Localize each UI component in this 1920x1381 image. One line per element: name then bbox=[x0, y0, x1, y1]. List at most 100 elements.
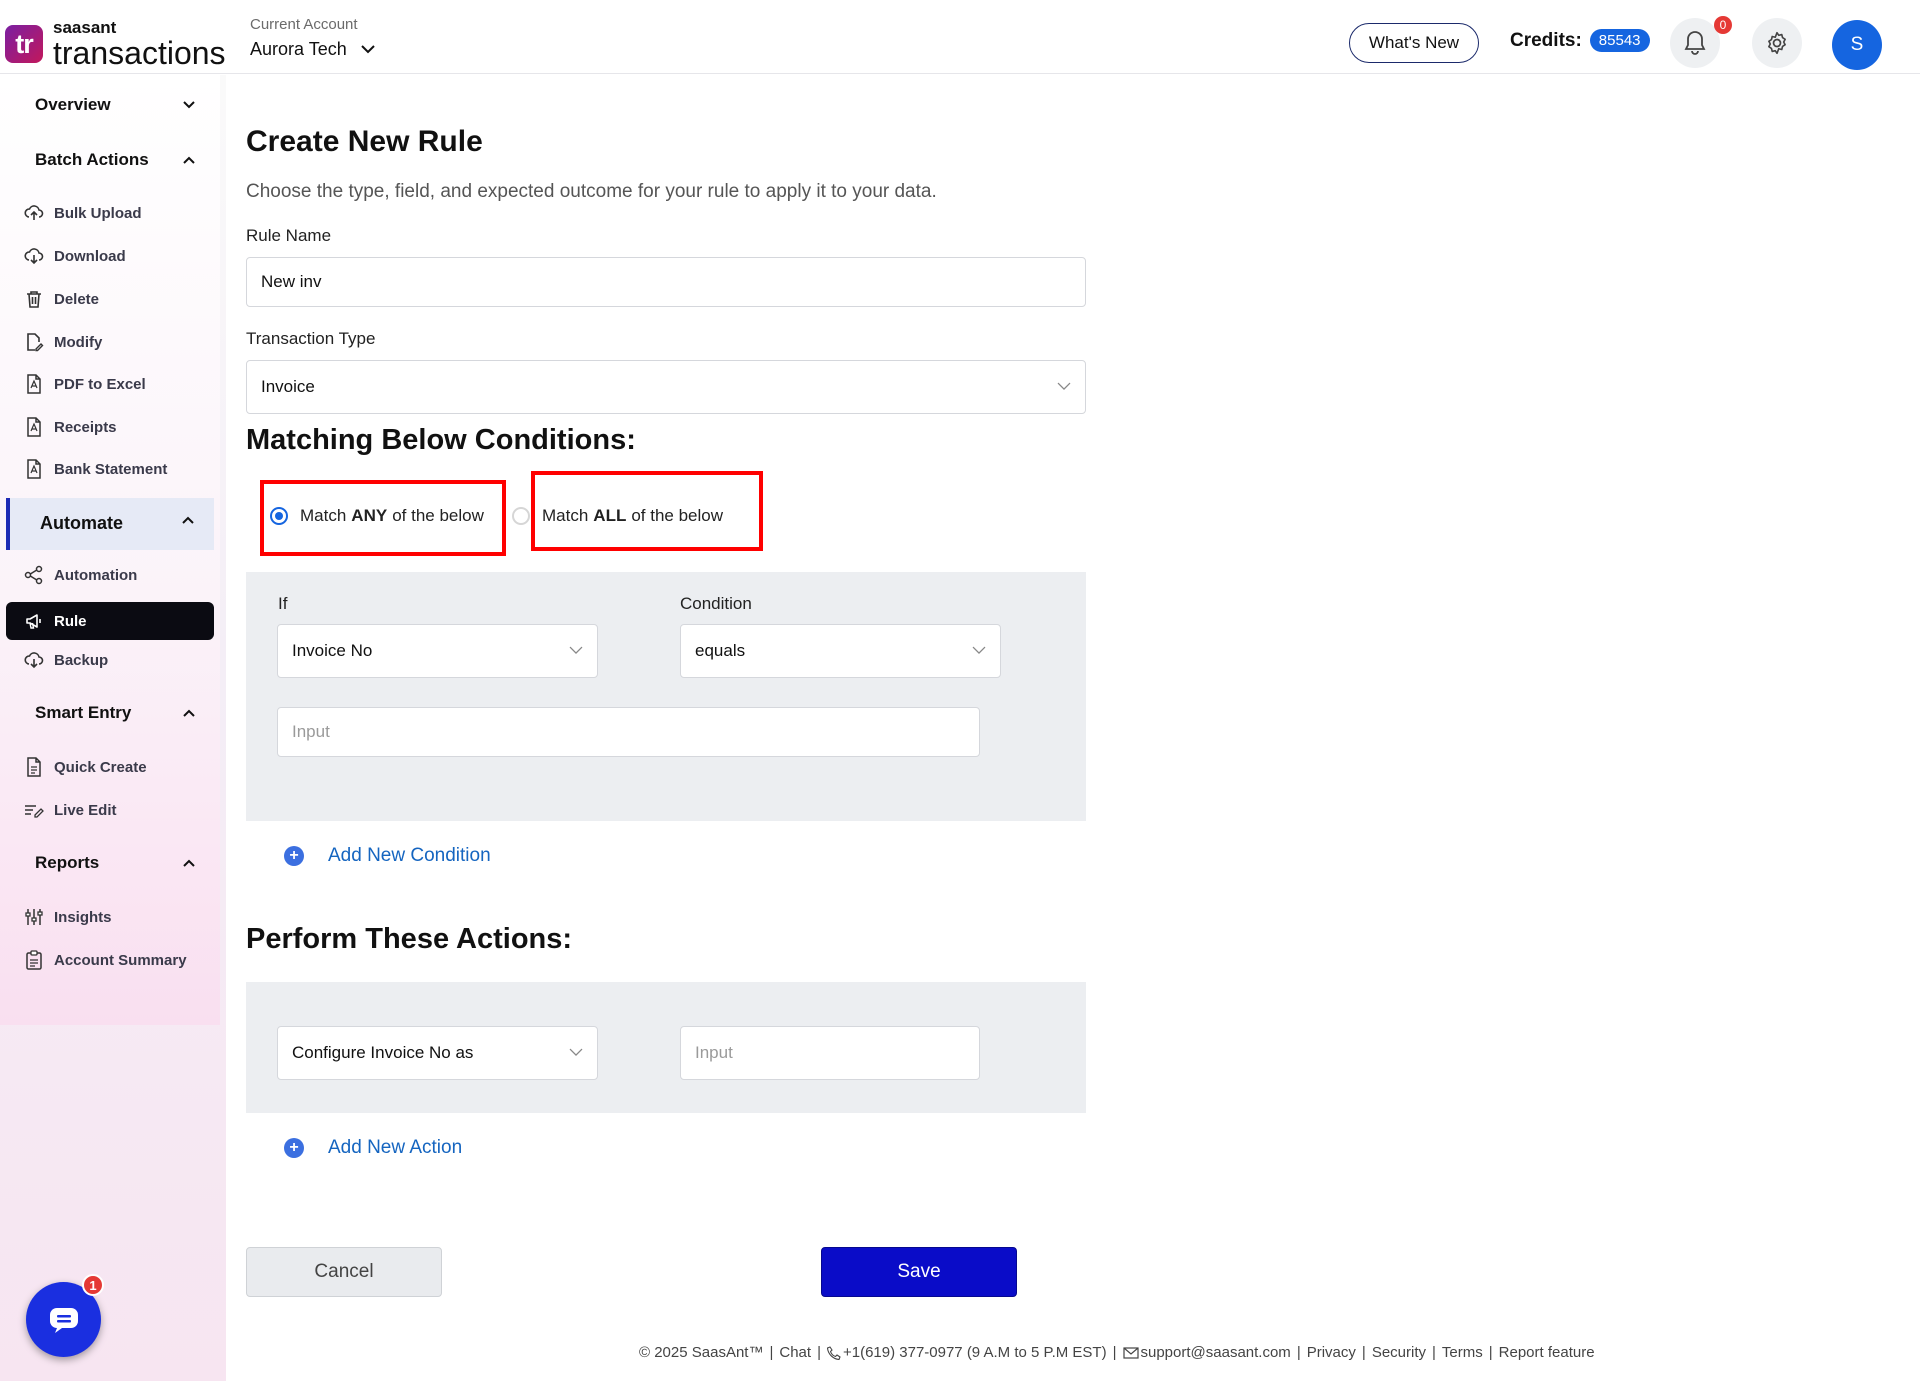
sidebar-section-smart-entry[interactable]: Smart Entry bbox=[35, 703, 195, 723]
if-field-select[interactable]: Invoice No bbox=[277, 624, 598, 678]
logo-product: transactions bbox=[53, 35, 226, 71]
app-logo[interactable]: tr saasant transactions bbox=[5, 19, 226, 69]
footer-security-link[interactable]: Security bbox=[1372, 1344, 1426, 1361]
match-any-bold: ANY bbox=[351, 506, 388, 525]
footer-privacy-link[interactable]: Privacy bbox=[1307, 1344, 1356, 1361]
match-all-radio[interactable]: Match ALL of the below bbox=[512, 506, 723, 526]
sidebar-item-label: Download bbox=[54, 247, 126, 265]
condition-panel: If Condition Invoice No equals Input bbox=[246, 572, 1086, 821]
sidebar-section-reports[interactable]: Reports bbox=[35, 853, 195, 873]
sidebar-section-automate[interactable]: Automate bbox=[6, 498, 214, 550]
sidebar-section-batch-actions[interactable]: Batch Actions bbox=[35, 150, 195, 170]
footer-phone[interactable]: +1(619) 377-0977 (9 A.M to 5 P.M EST) bbox=[843, 1344, 1107, 1361]
rule-name-input[interactable]: New inv bbox=[246, 257, 1086, 307]
footer-copyright: © 2025 SaasAnt™ bbox=[639, 1344, 764, 1361]
sidebar-item-label: Receipts bbox=[54, 418, 117, 436]
action-panel: Configure Invoice No as Input bbox=[246, 982, 1086, 1113]
whats-new-button[interactable]: What's New bbox=[1349, 23, 1479, 63]
sidebar-item-bank-statement[interactable]: Bank Statement bbox=[24, 459, 167, 479]
footer-report-feature-link[interactable]: Report feature bbox=[1499, 1344, 1595, 1361]
sidebar-item-backup[interactable]: Backup bbox=[24, 650, 108, 670]
pdf-file-icon bbox=[24, 374, 44, 394]
sidebar-item-modify[interactable]: Modify bbox=[24, 332, 102, 352]
sidebar-item-insights[interactable]: Insights bbox=[24, 907, 112, 927]
file-edit-icon bbox=[24, 332, 44, 352]
user-avatar[interactable]: S bbox=[1832, 20, 1882, 70]
sidebar-item-rule[interactable]: Rule bbox=[6, 602, 214, 640]
account-switcher[interactable]: Current Account Aurora Tech bbox=[250, 16, 375, 60]
configure-field-select[interactable]: Configure Invoice No as bbox=[277, 1026, 598, 1080]
match-any-radio[interactable]: Match ANY of the below bbox=[270, 506, 484, 526]
sidebar-section-label: Batch Actions bbox=[35, 150, 149, 169]
sidebar-item-live-edit[interactable]: Live Edit bbox=[24, 800, 117, 820]
sidebar-section-overview[interactable]: Overview bbox=[35, 95, 195, 115]
chevron-up-icon bbox=[183, 709, 195, 717]
settings-button[interactable] bbox=[1752, 18, 1802, 68]
sidebar-item-receipts[interactable]: Receipts bbox=[24, 417, 117, 437]
condition-label: Condition bbox=[680, 594, 752, 613]
sidebar-item-bulk-upload[interactable]: Bulk Upload bbox=[24, 203, 142, 223]
credits-label: Credits: bbox=[1510, 29, 1582, 51]
notifications-button[interactable] bbox=[1670, 18, 1720, 68]
sidebar-section-label: Automate bbox=[40, 513, 124, 533]
edit-lines-icon bbox=[24, 800, 44, 820]
sidebar-item-label: Quick Create bbox=[54, 758, 147, 776]
footer-terms-link[interactable]: Terms bbox=[1442, 1344, 1483, 1361]
chevron-up-icon bbox=[183, 156, 195, 164]
sidebar-item-label: Account Summary bbox=[54, 951, 187, 969]
plus-circle-icon: + bbox=[284, 846, 304, 866]
page-subtitle: Choose the type, field, and expected out… bbox=[246, 181, 937, 202]
chevron-down-icon bbox=[361, 45, 375, 54]
trash-icon bbox=[24, 289, 44, 309]
chevron-down-icon bbox=[972, 646, 986, 654]
sidebar-section-label: Smart Entry bbox=[35, 703, 132, 722]
chevron-up-icon bbox=[183, 859, 195, 867]
chevron-down-icon bbox=[569, 1048, 583, 1056]
sidebar-item-rule-content: Rule bbox=[24, 611, 87, 631]
match-any-pre: Match bbox=[300, 506, 347, 525]
sidebar-item-label: Live Edit bbox=[54, 801, 117, 819]
chevron-down-icon bbox=[183, 101, 195, 109]
condition-operator-select[interactable]: equals bbox=[680, 624, 1001, 678]
add-new-condition-button[interactable]: + Add New Condition bbox=[284, 845, 491, 867]
sidebar-panel: Overview Batch Actions Bulk Upload Downl… bbox=[0, 75, 220, 1025]
top-header: tr saasant transactions Current Account … bbox=[0, 0, 1920, 74]
bell-icon bbox=[1684, 31, 1706, 55]
cancel-button[interactable]: Cancel bbox=[246, 1247, 442, 1297]
credits-badge: 85543 bbox=[1589, 29, 1650, 52]
sidebar-section-label: Overview bbox=[35, 95, 111, 114]
gear-icon bbox=[1768, 31, 1786, 55]
clipboard-icon bbox=[24, 950, 44, 970]
chevron-up-icon bbox=[182, 516, 194, 524]
sidebar-item-quick-create[interactable]: Quick Create bbox=[24, 757, 147, 777]
chevron-down-icon bbox=[569, 646, 583, 654]
sidebar-item-pdf-to-excel[interactable]: PDF to Excel bbox=[24, 374, 146, 394]
sidebar-item-automation[interactable]: Automation bbox=[24, 565, 137, 585]
bank-statement-file-icon bbox=[24, 459, 44, 479]
if-field-value: Invoice No bbox=[292, 641, 373, 660]
transaction-type-label: Transaction Type bbox=[246, 329, 376, 348]
receipt-file-icon bbox=[24, 417, 44, 437]
sidebar-item-delete[interactable]: Delete bbox=[24, 289, 99, 309]
sidebar-item-label: Backup bbox=[54, 651, 109, 669]
chat-unread-badge: 1 bbox=[82, 1274, 104, 1296]
footer-email[interactable]: support@saasant.com bbox=[1141, 1344, 1291, 1361]
chevron-down-icon bbox=[1057, 382, 1071, 390]
plus-circle-icon: + bbox=[284, 1138, 304, 1158]
save-button[interactable]: Save bbox=[821, 1247, 1017, 1297]
footer-chat-link[interactable]: Chat bbox=[779, 1344, 811, 1361]
sidebar-item-download[interactable]: Download bbox=[24, 246, 126, 266]
condition-value-input[interactable]: Input bbox=[277, 707, 980, 757]
sidebar-item-label: Rule bbox=[54, 612, 87, 630]
credits-display: Credits: 85543 bbox=[1510, 29, 1650, 52]
sidebar-item-label: Automation bbox=[54, 566, 138, 584]
add-new-action-button[interactable]: + Add New Action bbox=[284, 1137, 462, 1159]
sidebar-item-account-summary[interactable]: Account Summary bbox=[24, 950, 187, 970]
match-all-bold: ALL bbox=[593, 506, 627, 525]
transaction-type-select[interactable]: Invoice bbox=[246, 360, 1086, 414]
transaction-type-value: Invoice bbox=[261, 377, 315, 396]
megaphone-icon bbox=[24, 611, 44, 631]
action-value-input[interactable]: Input bbox=[680, 1026, 980, 1080]
sidebar-item-label: Delete bbox=[54, 290, 100, 308]
radio-selected-icon bbox=[270, 507, 288, 525]
